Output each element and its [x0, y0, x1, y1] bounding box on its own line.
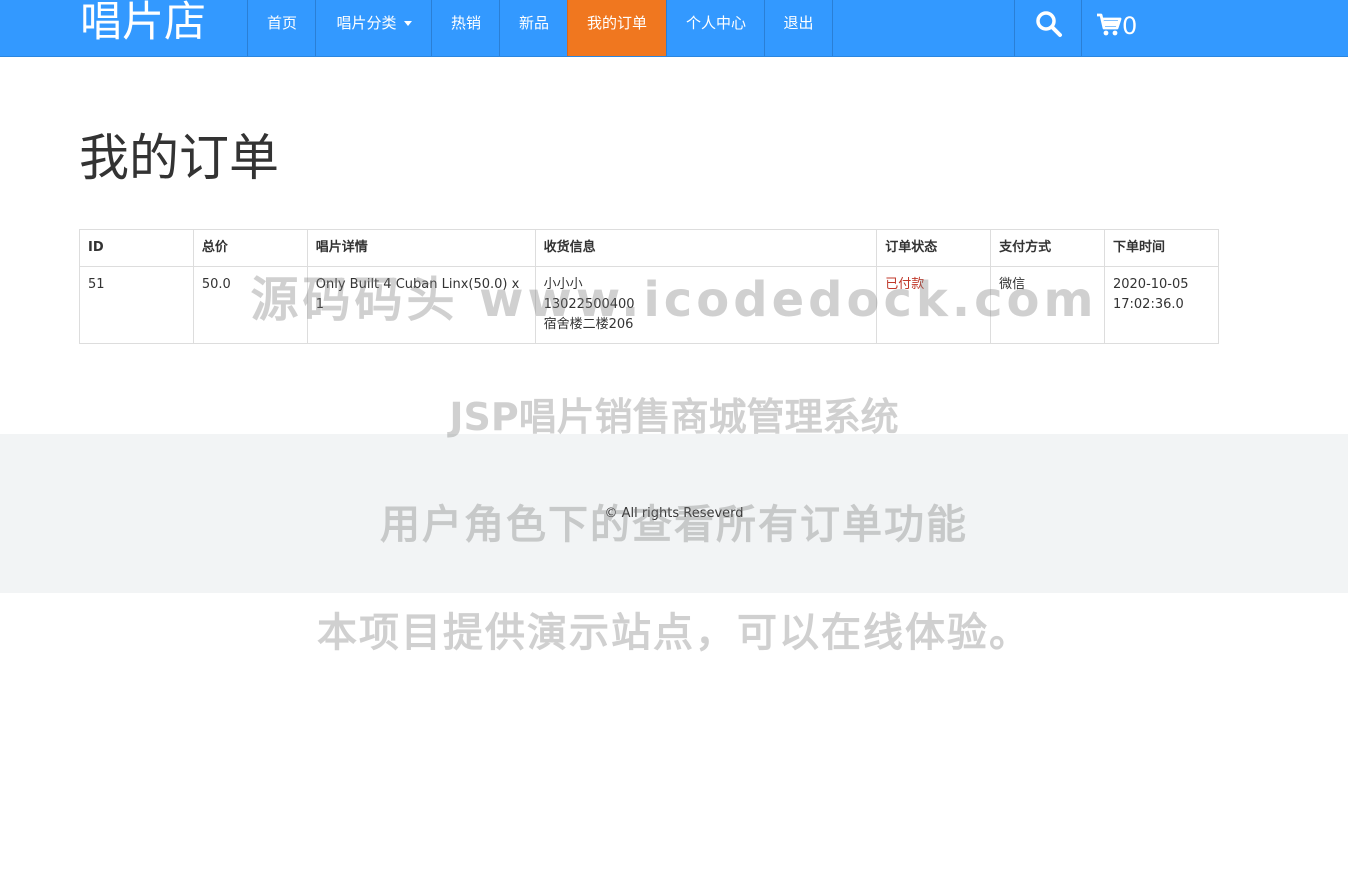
column-header-status: 订单状态 — [876, 229, 992, 267]
nav-hot-label: 热销 — [450, 14, 481, 32]
shipping-address: 宿舍楼二楼206 — [543, 317, 634, 332]
order-id: 51 — [79, 266, 194, 344]
page-footer: © All rights Reseverd — [0, 434, 1348, 593]
table-row: 51 50.0 Only Built 4 Cuban Linx(50.0) x … — [79, 266, 1220, 344]
cart-count: 0 — [1122, 12, 1138, 40]
nav-new[interactable]: 新品 — [499, 0, 568, 56]
column-header-id: ID — [79, 229, 194, 267]
cart-button[interactable]: 0 — [1096, 6, 1137, 46]
brand-logo[interactable]: 唱片店 — [80, 0, 206, 50]
cart-icon — [1097, 13, 1122, 36]
column-header-shipping: 收货信息 — [534, 229, 878, 267]
nav-hot[interactable]: 热销 — [431, 0, 500, 56]
watermark-line-4: 本项目提供演示站点，可以在线体验。 — [317, 610, 1031, 656]
shipping-phone: 13022500400 — [543, 297, 635, 312]
nav-new-label: 新品 — [518, 14, 549, 32]
nav-categories-dropdown[interactable]: 唱片分类 — [315, 0, 432, 56]
search-icon — [1036, 11, 1062, 37]
order-detail: Only Built 4 Cuban Linx(50.0) x 1 — [306, 266, 536, 344]
nav-logout-label: 退出 — [783, 14, 814, 32]
order-date: 2020-10-05 — [1112, 277, 1189, 292]
order-clock: 17:02:36.0 — [1112, 297, 1184, 312]
order-total: 50.0 — [192, 266, 308, 344]
status-badge: 已付款 — [885, 277, 925, 292]
nav-categories-label: 唱片分类 — [336, 14, 397, 32]
page-title: 我的订单 — [79, 129, 279, 187]
orders-table: ID 总价 唱片详情 收货信息 订单状态 支付方式 下单时间 51 50.0 O… — [79, 229, 1220, 344]
shipping-name: 小小小 — [543, 277, 583, 292]
nav-logout[interactable]: 退出 — [764, 0, 833, 56]
column-header-total: 总价 — [192, 229, 308, 267]
nav-my-orders[interactable]: 我的订单 — [567, 0, 666, 56]
order-shipping: 小小小 13022500400 宿舍楼二楼206 — [534, 266, 878, 344]
column-header-detail: 唱片详情 — [306, 229, 536, 267]
watermark-line-2: JSP唱片销售商城管理系统 — [449, 395, 899, 439]
nav-profile[interactable]: 个人中心 — [666, 0, 765, 56]
column-header-time: 下单时间 — [1103, 229, 1220, 267]
nav-profile-label: 个人中心 — [685, 14, 746, 32]
table-header-row: ID 总价 唱片详情 收货信息 订单状态 支付方式 下单时间 — [79, 229, 1220, 267]
caret-down-icon — [403, 21, 412, 26]
order-status: 已付款 — [876, 266, 992, 344]
search-button[interactable] — [1014, 0, 1082, 56]
nav-home-label: 首页 — [266, 14, 297, 32]
top-navbar: 唱片店 首页 唱片分类 热销 新品 我的订单 个人中心 退出 0 — [0, 0, 1348, 57]
nav-my-orders-label: 我的订单 — [586, 14, 647, 32]
nav-home[interactable]: 首页 — [247, 0, 316, 56]
column-header-payment: 支付方式 — [990, 229, 1105, 267]
footer-copyright: © All rights Reseverd — [604, 506, 744, 521]
order-time: 2020-10-05 17:02:36.0 — [1103, 266, 1220, 344]
order-payment: 微信 — [990, 266, 1105, 344]
